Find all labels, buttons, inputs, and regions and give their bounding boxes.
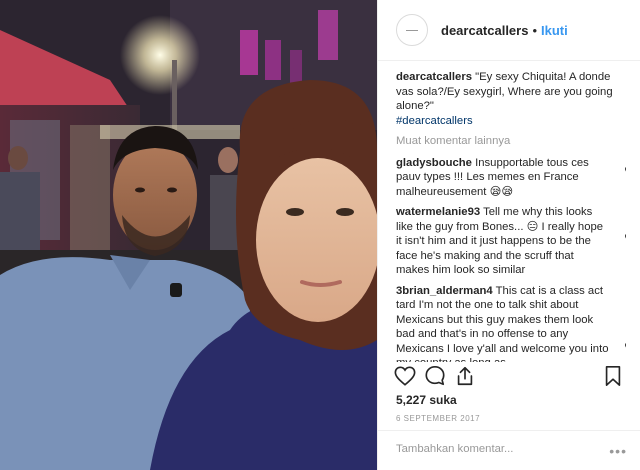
add-comment-placeholder[interactable]: Tambahkan komentar... <box>396 443 513 455</box>
comment-item: 3brian_alderman4 This cat is a class act… <box>396 284 626 362</box>
share-icon[interactable] <box>454 365 476 387</box>
comment-username[interactable]: 3brian_alderman4 <box>396 285 493 297</box>
comment-item: watermelanie93 Tell me why this looks li… <box>396 205 626 278</box>
more-options-icon[interactable]: ••• <box>609 443 627 459</box>
post-date: 6 SEPTEMBER 2017 <box>396 414 481 423</box>
post-photo[interactable] <box>0 0 377 470</box>
heart-icon[interactable] <box>394 365 416 387</box>
avatar[interactable] <box>396 14 428 46</box>
load-more-comments-button[interactable]: Muat komentar lainnya <box>396 134 626 149</box>
bookmark-icon[interactable] <box>602 365 624 387</box>
comment-like-heart-icon[interactable] <box>625 233 626 243</box>
comment-icon[interactable] <box>424 365 446 387</box>
header-separator: • <box>532 22 538 38</box>
comments-list[interactable]: dearcatcallers "Ey sexy Chiquita! A dond… <box>396 70 626 362</box>
post-actions <box>378 362 640 390</box>
selfie-photo-illustration <box>0 0 377 470</box>
comment-like-heart-icon[interactable] <box>625 342 626 352</box>
post-sidebar: dearcatcallers • Ikuti dearcatcallers "E… <box>377 0 640 470</box>
comment-like-heart-icon[interactable] <box>625 166 626 176</box>
comment-username[interactable]: gladysbouche <box>396 157 472 169</box>
follow-button[interactable]: Ikuti <box>541 23 568 38</box>
likes-count[interactable]: 5,227 suka <box>396 393 457 407</box>
post-header: dearcatcallers • Ikuti <box>378 0 640 61</box>
comment-username[interactable]: watermelanie93 <box>396 206 480 218</box>
caption-hashtag[interactable]: #dearcatcallers <box>396 114 626 129</box>
caption-username[interactable]: dearcatcallers <box>396 71 472 83</box>
avatar-placeholder-icon <box>406 29 418 31</box>
instagram-post: dearcatcallers • Ikuti dearcatcallers "E… <box>0 0 640 470</box>
post-caption: dearcatcallers "Ey sexy Chiquita! A dond… <box>396 70 626 128</box>
header-username[interactable]: dearcatcallers <box>441 23 528 38</box>
comment-item: gladysbouche Insupportable tous ces pauv… <box>396 156 626 200</box>
add-comment-field[interactable]: Tambahkan komentar... ••• <box>378 430 640 470</box>
